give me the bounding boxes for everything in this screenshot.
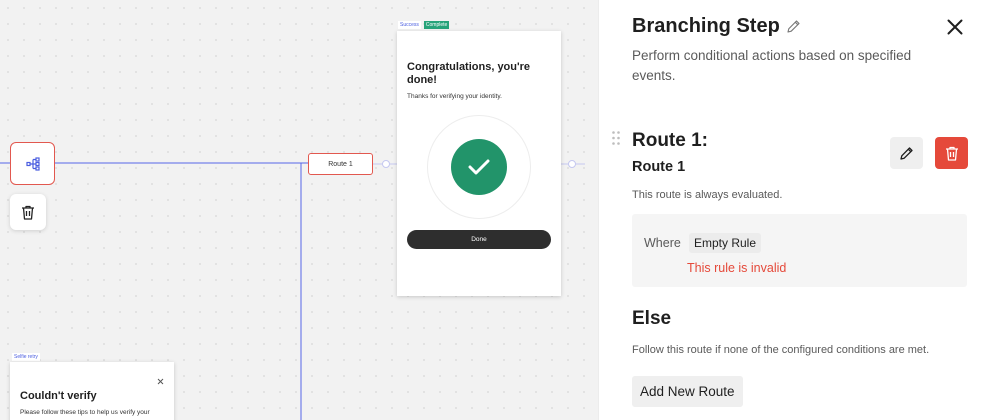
success-check-ring bbox=[427, 115, 531, 219]
edit-route-button[interactable] bbox=[890, 137, 923, 169]
tag-selfie-retry: Selfie retry bbox=[12, 353, 40, 361]
flow-canvas[interactable]: Route 1 Success Complete Congratulations… bbox=[0, 0, 598, 420]
panel-description: Perform conditional actions based on spe… bbox=[632, 48, 912, 83]
route-node-label: Route 1 bbox=[328, 160, 353, 168]
route-name: Route 1 bbox=[632, 159, 686, 175]
success-screen-title: Congratulations, you're done! bbox=[407, 61, 531, 86]
add-new-route-button[interactable]: Add New Route bbox=[632, 376, 743, 407]
pencil-icon bbox=[900, 146, 913, 160]
close-icon bbox=[947, 19, 963, 35]
pencil-icon[interactable] bbox=[786, 19, 801, 34]
connector-handle-in bbox=[382, 160, 390, 168]
delete-node-button[interactable] bbox=[10, 194, 46, 230]
branch-icon bbox=[25, 156, 40, 171]
branching-step-node[interactable] bbox=[10, 142, 55, 185]
tag-success: Success bbox=[398, 21, 421, 29]
else-heading: Else bbox=[632, 308, 672, 329]
retry-screen-title: Couldn't verify bbox=[20, 390, 97, 402]
close-panel-button[interactable] bbox=[943, 15, 967, 39]
rule-error-message: This rule is invalid bbox=[687, 261, 787, 275]
retry-screen-card[interactable]: Couldn't verify Please follow these tips… bbox=[10, 362, 174, 420]
delete-route-button[interactable] bbox=[935, 137, 968, 169]
route-heading: Route 1: bbox=[632, 130, 708, 151]
done-button[interactable]: Done bbox=[407, 230, 551, 249]
success-check-circle bbox=[451, 139, 507, 195]
else-description: Follow this route if none of the configu… bbox=[632, 344, 930, 356]
panel-header: Branching Step bbox=[632, 15, 801, 38]
empty-rule-chip[interactable]: Empty Rule bbox=[689, 233, 762, 253]
tag-complete: Complete bbox=[423, 21, 450, 29]
route-node[interactable]: Route 1 bbox=[308, 153, 373, 175]
drag-handle-icon[interactable] bbox=[612, 131, 620, 145]
route-note: This route is always evaluated. bbox=[632, 189, 783, 201]
connector-handle-out bbox=[568, 160, 576, 168]
checkmark-icon bbox=[468, 159, 490, 175]
branching-step-panel: Branching Step Perform conditional actio… bbox=[598, 0, 990, 420]
rule-box: Where Empty Rule This rule is invalid bbox=[632, 214, 967, 287]
where-label: Where bbox=[644, 236, 681, 250]
success-screen-tags: Success Complete bbox=[398, 21, 450, 29]
success-screen-card[interactable]: Congratulations, you're done! Thanks for… bbox=[397, 31, 561, 296]
success-screen-subtitle: Thanks for verifying your identity. bbox=[407, 93, 502, 100]
trash-icon bbox=[945, 146, 958, 161]
trash-icon bbox=[22, 205, 34, 220]
panel-title: Branching Step bbox=[632, 15, 780, 37]
close-icon[interactable] bbox=[157, 372, 164, 390]
retry-screen-subtitle: Please follow these tips to help us veri… bbox=[20, 409, 150, 416]
